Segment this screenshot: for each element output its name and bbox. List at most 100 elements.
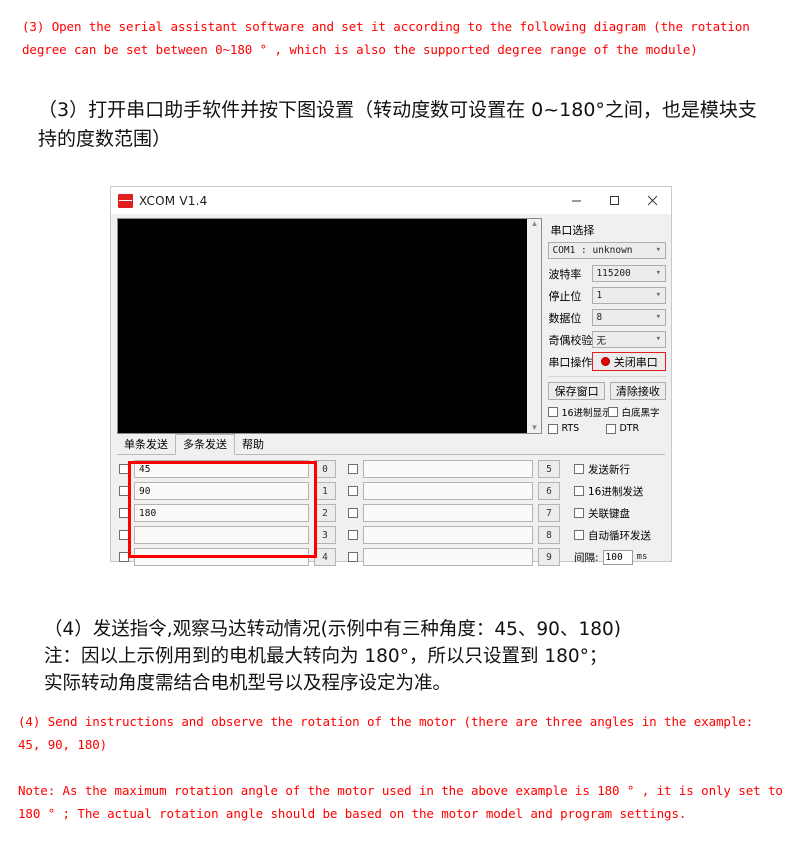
chevron-down-icon: ▾ (655, 245, 661, 255)
scroll-down-icon[interactable]: ▼ (530, 424, 538, 432)
send-input-4[interactable] (134, 548, 309, 566)
hex-display-label: 16进制显示 (561, 408, 612, 419)
save-window-button[interactable]: 保存窗口 (548, 382, 605, 400)
multi-send-row: 90 1 (119, 482, 336, 500)
keyboard-link-checkbox[interactable]: 关联键盘 (574, 504, 651, 522)
baudrate-select[interactable]: 115200 ▾ (592, 265, 666, 282)
send-input-9[interactable] (363, 548, 533, 566)
white-background-checkbox[interactable]: 白底黑字 (608, 405, 659, 419)
checkbox-icon[interactable] (348, 486, 358, 496)
chevron-down-icon: ▾ (655, 268, 661, 278)
hex-send-checkbox[interactable]: 16进制发送 (574, 482, 651, 500)
databits-value: 8 (596, 312, 603, 323)
send-button-3[interactable]: 3 (314, 526, 336, 544)
checkbox-icon[interactable] (119, 530, 129, 540)
scroll-up-icon[interactable]: ▲ (530, 220, 538, 228)
save-window-label: 保存窗口 (554, 385, 599, 398)
baudrate-value: 115200 (596, 268, 631, 279)
send-input-2-value: 180 (139, 507, 157, 519)
checkbox-icon[interactable] (574, 486, 584, 496)
tab-single-send[interactable]: 单条发送 (117, 435, 175, 454)
close-port-button[interactable]: 关闭串口 (592, 352, 666, 371)
tab-help[interactable]: 帮助 (235, 435, 271, 454)
port-select[interactable]: COM1 : unknown ▾ (548, 242, 666, 259)
multi-send-row: 5 (348, 460, 560, 478)
send-button-2[interactable]: 2 (314, 504, 336, 522)
send-button-1-label: 1 (322, 485, 328, 497)
baudrate-label: 波特率 (548, 267, 582, 281)
send-input-5[interactable] (363, 460, 533, 478)
dtr-checkbox[interactable]: DTR (606, 423, 639, 434)
terminal-output[interactable] (117, 218, 528, 434)
send-input-7[interactable] (363, 504, 533, 522)
title-bar: XCOM V1.4 (111, 187, 671, 214)
send-input-6[interactable] (363, 482, 533, 500)
checkbox-icon[interactable] (119, 464, 129, 474)
multi-send-row: 3 (119, 526, 336, 544)
checkbox-icon[interactable] (574, 530, 584, 540)
clear-receive-button[interactable]: 清除接收 (609, 382, 666, 400)
checkbox-icon[interactable] (574, 464, 584, 474)
send-button-0[interactable]: 0 (314, 460, 336, 478)
chevron-down-icon: ▾ (655, 290, 661, 300)
terminal-scrollbar[interactable]: ▲ ▼ (527, 218, 543, 434)
close-icon[interactable] (633, 187, 671, 214)
checkbox-icon[interactable] (348, 464, 358, 474)
checkbox-icon[interactable] (348, 508, 358, 518)
rts-label: RTS (561, 423, 580, 434)
checkbox-icon[interactable] (574, 508, 584, 518)
databits-row: 数据位 8 ▾ (548, 309, 666, 326)
multi-send-panel: 45 0 90 1 180 2 3 4 5 6 7 8 9 发送新行 16进制发… (111, 455, 671, 566)
rts-checkbox[interactable]: RTS (548, 423, 606, 434)
port-selection-title: 串口选择 (550, 224, 595, 237)
tab-single-send-label: 单条发送 (124, 438, 168, 451)
send-newline-checkbox[interactable]: 发送新行 (574, 460, 651, 478)
send-input-0[interactable]: 45 (134, 460, 309, 478)
minimize-icon[interactable] (557, 187, 595, 214)
interval-input-value: 100 (605, 551, 623, 563)
parity-value: 无 (596, 335, 606, 347)
keyboard-link-label: 关联键盘 (588, 507, 630, 520)
checkbox-icon[interactable] (119, 508, 129, 518)
checkbox-icon[interactable] (119, 486, 129, 496)
send-button-4[interactable]: 4 (314, 548, 336, 566)
send-input-2[interactable]: 180 (134, 504, 309, 522)
window-controls (557, 187, 671, 214)
alientek-logo-icon (118, 193, 133, 208)
send-button-7[interactable]: 7 (538, 504, 560, 522)
stopbits-select[interactable]: 1 ▾ (592, 287, 666, 304)
send-button-9[interactable]: 9 (538, 548, 560, 566)
checkbox-icon[interactable] (606, 423, 617, 434)
action-buttons: 保存窗口 清除接收 (548, 382, 666, 400)
checkbox-icon[interactable] (548, 423, 559, 434)
databits-select[interactable]: 8 ▾ (592, 309, 666, 326)
interval-row: 间隔: 100 ms (574, 548, 651, 566)
dtr-label: DTR (619, 423, 640, 434)
hex-display-checkbox[interactable]: 16进制显示 (548, 405, 612, 419)
xcom-window: XCOM V1.4 ▲ ▼ 串口选择 COM1: unknown ▾ 波特率 … (110, 186, 672, 566)
send-input-8[interactable] (363, 526, 533, 544)
interval-input[interactable]: 100 (602, 549, 633, 565)
auto-loop-send-checkbox[interactable]: 自动循环发送 (574, 526, 651, 544)
send-button-8[interactable]: 8 (538, 526, 560, 544)
maximize-icon[interactable] (595, 187, 633, 214)
port-action-row: 串口操作 关闭串口 (548, 352, 666, 371)
checkbox-icon[interactable] (348, 552, 358, 562)
multi-send-row: 7 (348, 504, 560, 522)
interval-unit-label: ms (636, 552, 648, 562)
auto-loop-send-label: 自动循环发送 (588, 529, 651, 542)
checkbox-icon[interactable] (548, 407, 559, 417)
send-input-1-value: 90 (139, 485, 151, 497)
tab-multi-send[interactable]: 多条发送 (175, 434, 235, 455)
send-button-6[interactable]: 6 (538, 482, 560, 500)
send-input-3[interactable] (134, 526, 309, 544)
send-button-5[interactable]: 5 (538, 460, 560, 478)
chevron-down-icon: ▾ (655, 312, 661, 322)
parity-select[interactable]: 无 ▾ (592, 331, 666, 348)
checkbox-icon[interactable] (608, 407, 619, 417)
instruction-en-bottom-1: (4) Send instructions and observe the ro… (18, 714, 754, 752)
send-input-1[interactable]: 90 (134, 482, 309, 500)
checkbox-icon[interactable] (348, 530, 358, 540)
checkbox-icon[interactable] (119, 552, 129, 562)
send-button-1[interactable]: 1 (314, 482, 336, 500)
